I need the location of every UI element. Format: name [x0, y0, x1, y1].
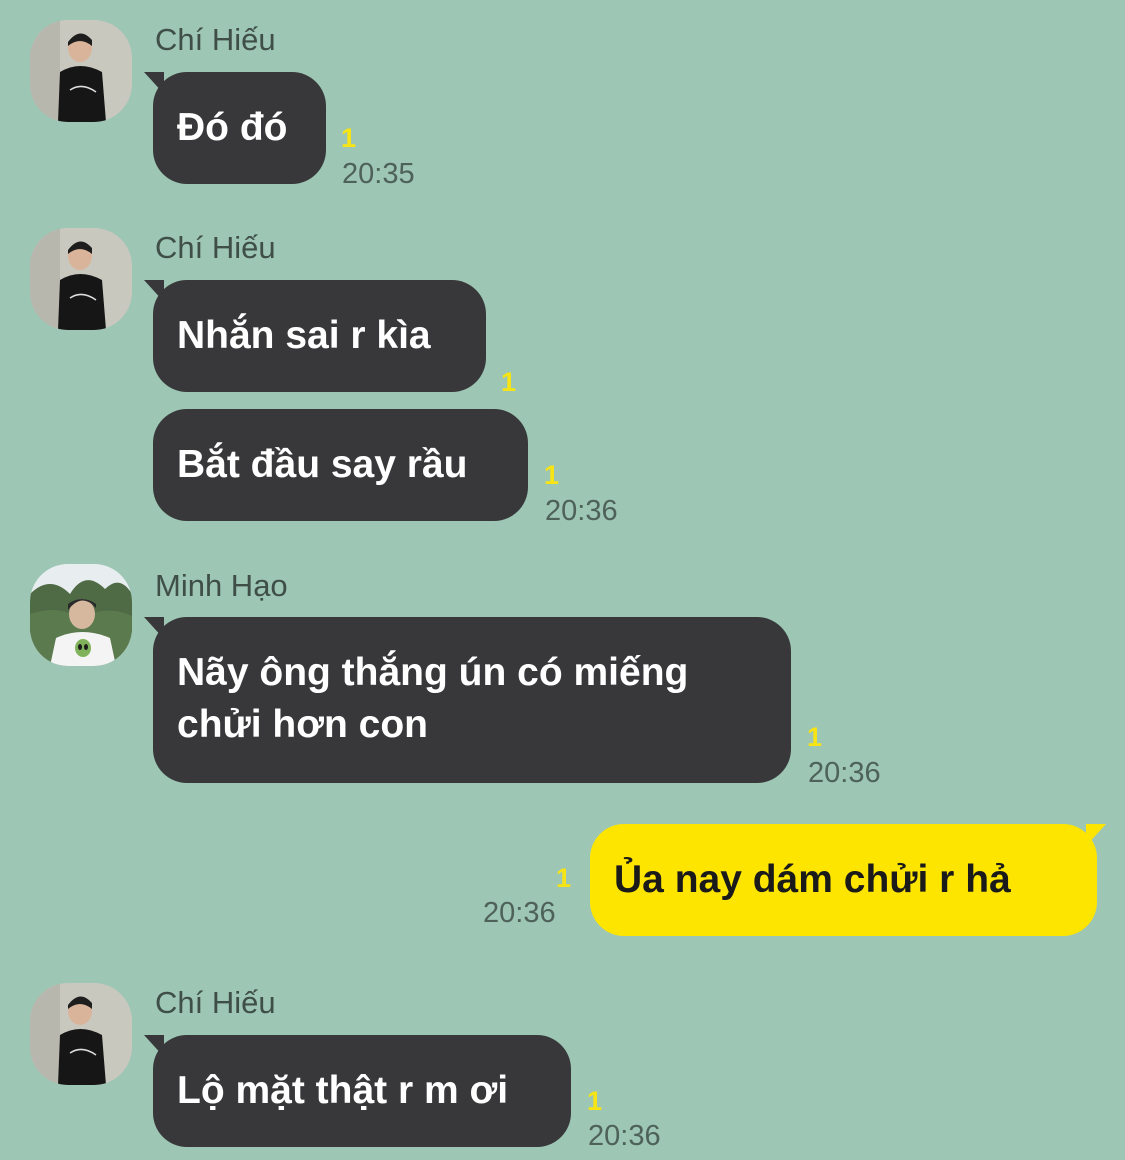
sender-name: Minh Hạo	[155, 568, 288, 603]
message-line: Nãy ông thắng ún có miếng	[177, 651, 689, 694]
unread-count: 1	[556, 863, 572, 893]
message-time: 20:36	[808, 757, 881, 789]
message-bubble[interactable]: Đó đó	[144, 72, 326, 184]
avatar-chi-hieu[interactable]	[30, 20, 132, 122]
message-time: 20:35	[342, 158, 415, 190]
my-message-bubble[interactable]: Ủa nay dám chửi r hả	[590, 824, 1106, 936]
message-bubble[interactable]: Nhắn sai r kìa	[144, 280, 486, 392]
message-bubble[interactable]: Nãy ông thắng ún có miếng chửi hơn con	[144, 617, 791, 783]
unread-count: 1	[501, 367, 517, 397]
message-bubble[interactable]: Lộ mặt thật r m ơi	[144, 1035, 571, 1147]
message-time: 20:36	[588, 1120, 661, 1152]
sender-name: Chí Hiếu	[155, 230, 276, 265]
unread-count: 1	[587, 1086, 603, 1116]
message-time: 20:36	[545, 495, 618, 527]
sender-name: Chí Hiếu	[155, 985, 276, 1020]
unread-count: 1	[341, 123, 357, 153]
message-bubble[interactable]: Bắt đầu say rầu	[153, 409, 528, 521]
avatar-minh-hao[interactable]	[30, 564, 132, 666]
unread-count: 1	[544, 460, 560, 490]
message-time: 20:36	[483, 897, 556, 929]
unread-count: 1	[807, 722, 823, 752]
message-line: chửi hơn con	[177, 703, 428, 746]
avatar-chi-hieu[interactable]	[30, 228, 132, 330]
avatar-chi-hieu[interactable]	[30, 983, 132, 1085]
sender-name: Chí Hiếu	[155, 22, 276, 57]
